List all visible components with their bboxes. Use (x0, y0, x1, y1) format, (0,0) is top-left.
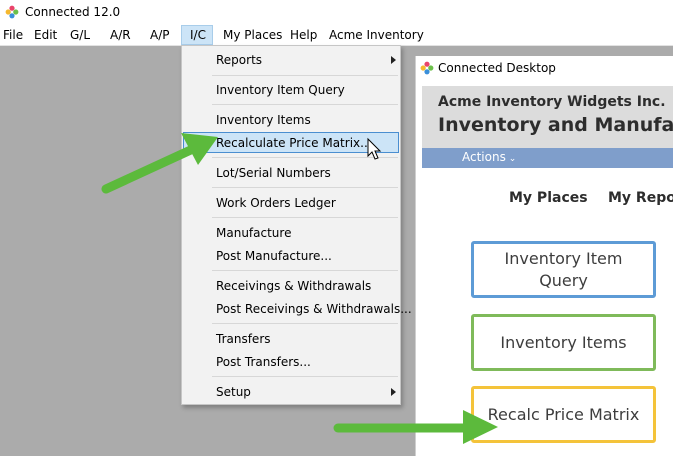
green-arrow-icon (101, 133, 218, 194)
annotation-overlay (101, 133, 498, 444)
mouse-cursor-icon (367, 137, 382, 160)
green-arrow-icon (333, 410, 498, 444)
